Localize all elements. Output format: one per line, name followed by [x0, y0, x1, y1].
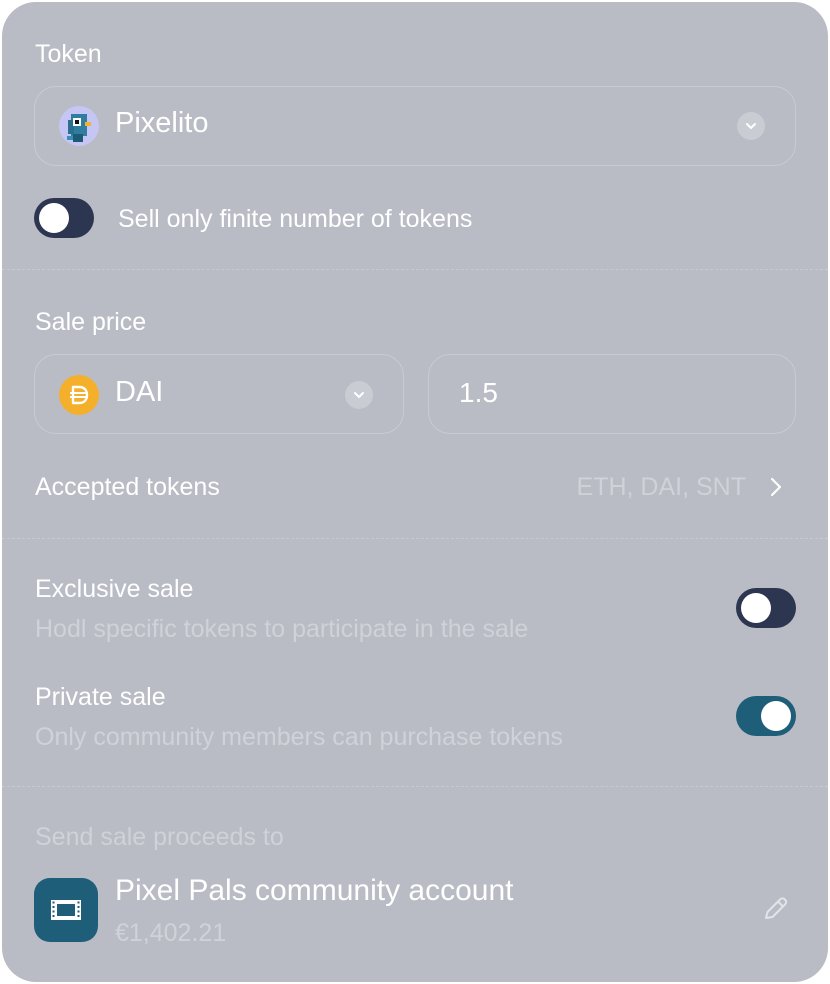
account-name: Pixel Pals community account	[115, 874, 514, 907]
chevron-right-icon	[768, 475, 784, 504]
private-sale-toggle[interactable]	[736, 696, 796, 736]
proceeds-label: Send sale proceeds to	[35, 823, 284, 851]
accepted-tokens-label: Accepted tokens	[35, 473, 220, 501]
private-sale-description: Only community members can purchase toke…	[35, 723, 563, 751]
token-label: Token	[35, 40, 102, 68]
accepted-tokens-value: ETH, DAI, SNT	[576, 473, 746, 501]
finite-tokens-label: Sell only finite number of tokens	[118, 205, 473, 233]
token-select[interactable]: Pixelito	[34, 86, 796, 166]
section-divider	[2, 786, 828, 787]
currency-select[interactable]: DAI	[34, 354, 404, 434]
currency-name: DAI	[115, 376, 164, 408]
section-divider	[2, 269, 828, 270]
section-divider	[2, 538, 828, 539]
token-sale-card: Token Pixelito Sell only finite number o…	[2, 2, 828, 982]
sale-price-label: Sale price	[35, 308, 147, 336]
toggle-knob	[761, 701, 791, 731]
selected-token-name: Pixelito	[115, 107, 209, 139]
account-balance: €1,402.21	[115, 919, 227, 947]
film-strip-icon	[34, 878, 98, 942]
exclusive-sale-description: Hodl specific tokens to participate in t…	[35, 615, 529, 643]
toggle-knob	[39, 203, 69, 233]
chevron-down-icon	[345, 381, 373, 409]
exclusive-sale-toggle[interactable]	[736, 588, 796, 628]
pencil-icon[interactable]	[760, 894, 790, 929]
price-amount-input[interactable]: 1.5	[428, 354, 796, 434]
finite-tokens-toggle[interactable]	[34, 198, 94, 238]
private-sale-title: Private sale	[35, 683, 166, 711]
toggle-knob	[741, 593, 771, 623]
exclusive-sale-title: Exclusive sale	[35, 575, 194, 603]
dai-icon	[59, 375, 99, 415]
chevron-down-icon	[737, 112, 765, 140]
pixel-bird-icon	[59, 106, 99, 146]
price-amount-value: 1.5	[459, 377, 498, 408]
